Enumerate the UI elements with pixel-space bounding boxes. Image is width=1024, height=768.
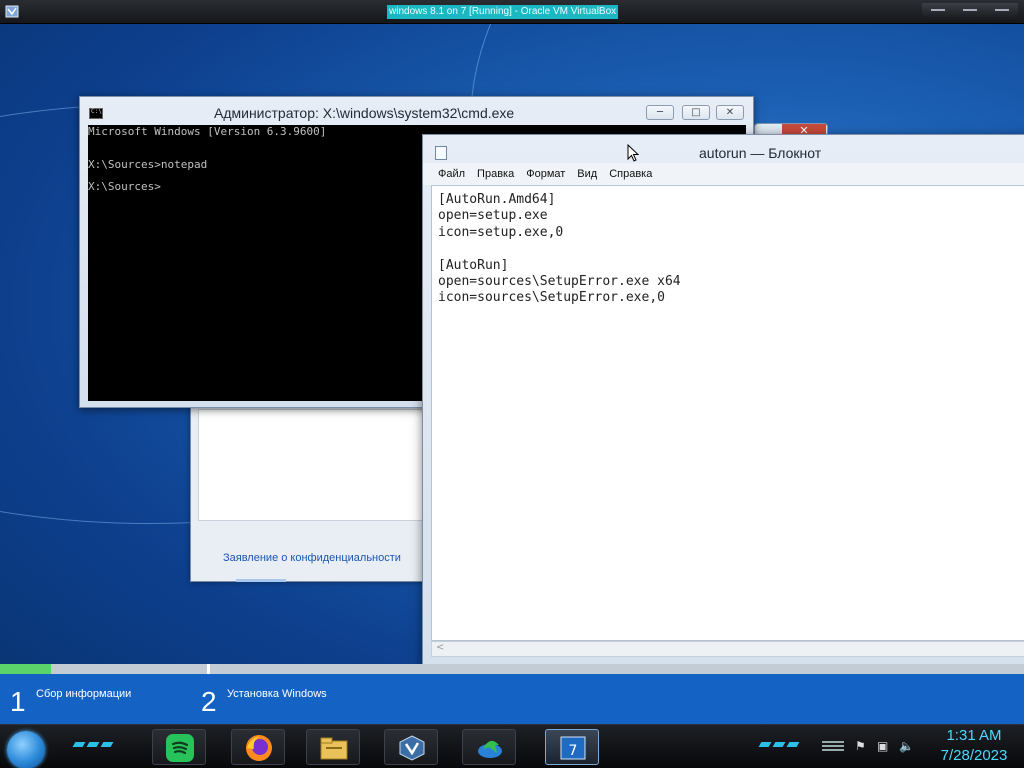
- clock-date: 7/28/2023: [940, 747, 1008, 764]
- notepad-window-title: autorun — Блокнот: [699, 145, 822, 161]
- text-line: [AutoRun]: [438, 257, 509, 273]
- privacy-statement-link[interactable]: Заявление о конфиденциальности: [223, 552, 401, 564]
- text-line: open=sources\SetupError.exe x64: [438, 273, 681, 289]
- progress-separator: [207, 664, 210, 674]
- start-button[interactable]: [7, 731, 45, 768]
- svg-text:7: 7: [569, 743, 578, 759]
- menu-file[interactable]: Файл: [438, 163, 465, 185]
- taskbar-app-firefox[interactable]: [231, 729, 285, 765]
- notepad-icon: [435, 146, 447, 160]
- taskbar-decoration: [758, 742, 772, 747]
- taskbar-app-windows7[interactable]: 7: [545, 729, 599, 765]
- taskbar-app-virtualbox[interactable]: [384, 729, 438, 765]
- text-line: [AutoRun.Amd64]: [438, 192, 556, 207]
- step-number: 1: [10, 686, 26, 717]
- host-titlebar: windows 8.1 on 7 [Running] - Oracle VM V…: [0, 0, 1024, 24]
- step-number: 2: [201, 686, 217, 717]
- taskbar-decoration: [786, 742, 800, 747]
- windows-7-icon: 7: [560, 736, 586, 760]
- firefox-icon: [246, 735, 272, 761]
- scroll-left-icon[interactable]: <: [436, 642, 444, 653]
- virtualbox-logo-icon: [5, 5, 19, 18]
- cmd-close-button[interactable]: ✕: [716, 105, 744, 120]
- cmd-icon: [89, 108, 103, 119]
- notepad-menubar: Файл Правка Формат Вид Справка: [423, 163, 1024, 185]
- taskbar-app-spotify[interactable]: [152, 729, 206, 765]
- cmd-maximize-button[interactable]: □: [682, 105, 710, 120]
- system-clock[interactable]: 1:31 AM 7/28/2023: [934, 726, 1014, 766]
- menu-format[interactable]: Формат: [526, 163, 565, 185]
- cmd-minimize-button[interactable]: ─: [646, 105, 674, 120]
- taskbar-decoration: [72, 742, 86, 747]
- setup-progress-fill: [0, 664, 52, 674]
- windows-setup-window[interactable]: Заявление о конфиденциальности: [190, 406, 430, 582]
- taskbar-decoration: [86, 742, 100, 747]
- menu-help[interactable]: Справка: [609, 163, 652, 185]
- host-maximize-icon[interactable]: [963, 9, 977, 11]
- text-line: icon=setup.exe,0: [438, 224, 564, 240]
- setup-content-area: [198, 409, 424, 521]
- taskbar: 7 ⚑ ▣ 🔈 1:31 AM 7/28/2023: [0, 724, 1024, 768]
- cmd-window-title: Администратор: X:\windows\system32\cmd.e…: [214, 105, 515, 121]
- setup-progress-bar: [0, 664, 1024, 674]
- step-label: Установка Windows: [227, 688, 327, 700]
- host-minimize-icon[interactable]: [931, 9, 945, 11]
- clock-time: 1:31 AM: [946, 727, 1002, 744]
- mouse-cursor-icon: [627, 144, 639, 162]
- taskbar-decoration: [100, 742, 114, 747]
- download-manager-icon: [478, 740, 502, 758]
- notepad-text-area[interactable]: [AutoRun.Amd64] open=setup.exe icon=setu…: [431, 185, 1024, 641]
- spotify-icon: [166, 734, 194, 762]
- host-close-icon[interactable]: [995, 9, 1009, 11]
- taskbar-app-download-manager[interactable]: [462, 729, 516, 765]
- text-line: [438, 241, 1024, 257]
- virtualbox-icon: [399, 735, 425, 761]
- text-line: open=setup.exe: [438, 208, 548, 224]
- menu-edit[interactable]: Правка: [477, 163, 514, 185]
- host-window-title: windows 8.1 on 7 [Running] - Oracle VM V…: [387, 5, 619, 19]
- taskbar-app-file-explorer[interactable]: [306, 729, 360, 765]
- volume-icon[interactable]: 🔈: [899, 739, 915, 753]
- step-label: Сбор информации: [36, 688, 132, 700]
- file-explorer-icon: [320, 737, 348, 760]
- action-center-icon[interactable]: [822, 741, 844, 753]
- setup-scroll-indicator: [236, 579, 286, 582]
- network-icon[interactable]: ▣: [877, 739, 893, 753]
- taskbar-decoration: [772, 742, 786, 747]
- host-window-controls[interactable]: [922, 3, 1018, 17]
- menu-view[interactable]: Вид: [577, 163, 597, 185]
- notepad-window[interactable]: autorun — Блокнот Файл Правка Формат Вид…: [422, 134, 1024, 666]
- text-line: icon=sources\SetupError.exe,0: [438, 290, 665, 306]
- setup-steps: 1 Сбор информации 2 Установка Windows: [0, 674, 1024, 724]
- system-tray: ⚑ ▣ 🔈: [855, 739, 915, 753]
- guest-desktop: ✕ Заявление о конфиденциальности Админис…: [0, 24, 1024, 724]
- flag-icon[interactable]: ⚑: [855, 739, 871, 753]
- notepad-horizontal-scrollbar[interactable]: <: [431, 641, 1024, 657]
